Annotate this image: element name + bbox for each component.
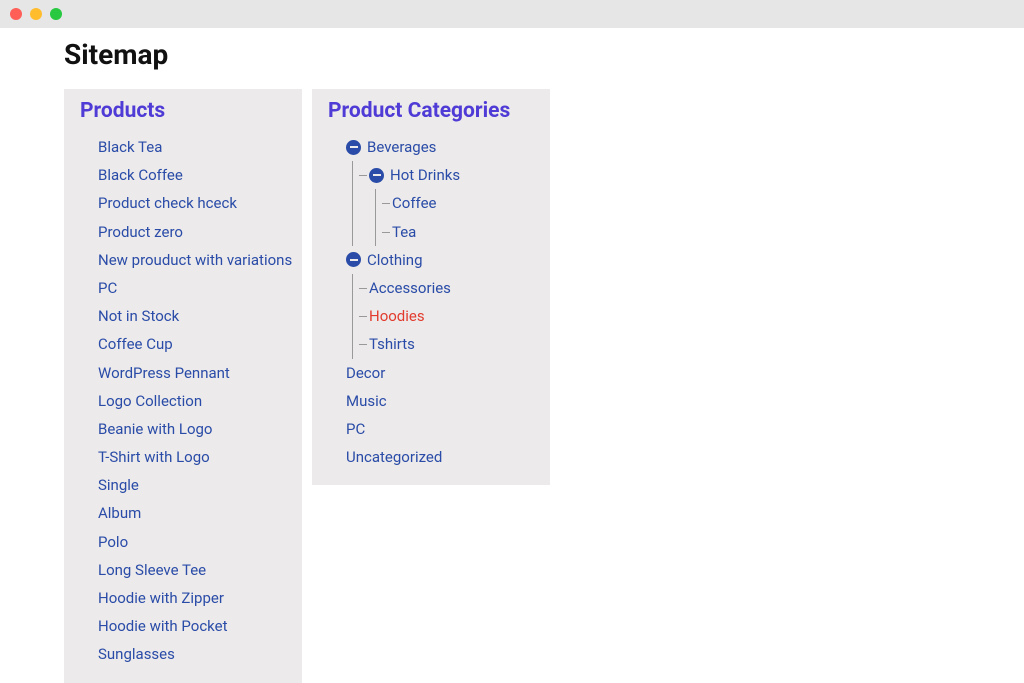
category-label[interactable]: Hoodies	[369, 302, 425, 330]
product-link[interactable]: T-Shirt with Logo	[98, 443, 286, 471]
category-label[interactable]: Hot Drinks	[390, 161, 460, 189]
category-label[interactable]: Clothing	[367, 246, 423, 274]
window-close-button[interactable]	[10, 8, 22, 20]
category-item[interactable]: Decor	[346, 359, 534, 387]
product-link[interactable]: Not in Stock	[98, 302, 286, 330]
products-card: Products Black TeaBlack CoffeeProduct ch…	[64, 89, 302, 683]
product-link[interactable]: Black Coffee	[98, 161, 286, 189]
category-label[interactable]: Accessories	[369, 274, 451, 302]
category-item[interactable]: BeveragesHot DrinksCoffeeTea	[346, 133, 534, 246]
product-link[interactable]: Product zero	[98, 218, 286, 246]
category-label[interactable]: Coffee	[392, 189, 436, 217]
category-item[interactable]: Tshirts	[359, 330, 534, 358]
category-label[interactable]: Music	[346, 387, 387, 415]
category-label[interactable]: Decor	[346, 359, 385, 387]
product-link[interactable]: New prouduct with variations	[98, 246, 286, 274]
product-link[interactable]: Product check hceck	[98, 189, 286, 217]
category-sublist: AccessoriesHoodiesTshirts	[352, 274, 534, 359]
product-link[interactable]: Single	[98, 471, 286, 499]
category-item[interactable]: Hot DrinksCoffeeTea	[359, 161, 534, 246]
product-link[interactable]: Polo	[98, 528, 286, 556]
category-label[interactable]: PC	[346, 415, 365, 443]
category-label[interactable]: Tshirts	[369, 330, 415, 358]
page-title: Sitemap	[64, 38, 1024, 71]
category-item[interactable]: Accessories	[359, 274, 534, 302]
product-link[interactable]: Hoodie with Zipper	[98, 584, 286, 612]
category-sublist: Hot DrinksCoffeeTea	[352, 161, 534, 246]
category-sublist: CoffeeTea	[375, 189, 534, 245]
product-link[interactable]: Hoodie with Pocket	[98, 612, 286, 640]
product-link[interactable]: Long Sleeve Tee	[98, 556, 286, 584]
window-titlebar	[0, 0, 1024, 28]
category-item[interactable]: ClothingAccessoriesHoodiesTshirts	[346, 246, 534, 359]
category-item[interactable]: Music	[346, 387, 534, 415]
product-link[interactable]: PC	[98, 274, 286, 302]
category-label[interactable]: Beverages	[367, 133, 436, 161]
categories-tree: BeveragesHot DrinksCoffeeTeaClothingAcce…	[328, 133, 534, 471]
categories-card-title: Product Categories	[328, 99, 534, 123]
window-maximize-button[interactable]	[50, 8, 62, 20]
collapse-icon[interactable]	[369, 168, 384, 183]
product-link[interactable]: Black Tea	[98, 133, 286, 161]
category-label[interactable]: Uncategorized	[346, 443, 442, 471]
category-label[interactable]: Tea	[392, 218, 416, 246]
category-item[interactable]: Hoodies	[359, 302, 534, 330]
product-link[interactable]: Coffee Cup	[98, 330, 286, 358]
collapse-icon[interactable]	[346, 252, 361, 267]
collapse-icon[interactable]	[346, 140, 361, 155]
product-link[interactable]: Sunglasses	[98, 640, 286, 668]
category-item[interactable]: Tea	[382, 218, 534, 246]
category-item[interactable]: Uncategorized	[346, 443, 534, 471]
product-link[interactable]: Logo Collection	[98, 387, 286, 415]
window-minimize-button[interactable]	[30, 8, 42, 20]
products-list: Black TeaBlack CoffeeProduct check hceck…	[80, 133, 286, 669]
products-card-title: Products	[80, 99, 286, 123]
product-link[interactable]: Beanie with Logo	[98, 415, 286, 443]
product-link[interactable]: Album	[98, 499, 286, 527]
category-item[interactable]: Coffee	[382, 189, 534, 217]
categories-card: Product Categories BeveragesHot DrinksCo…	[312, 89, 550, 485]
category-item[interactable]: PC	[346, 415, 534, 443]
product-link[interactable]: WordPress Pennant	[98, 359, 286, 387]
